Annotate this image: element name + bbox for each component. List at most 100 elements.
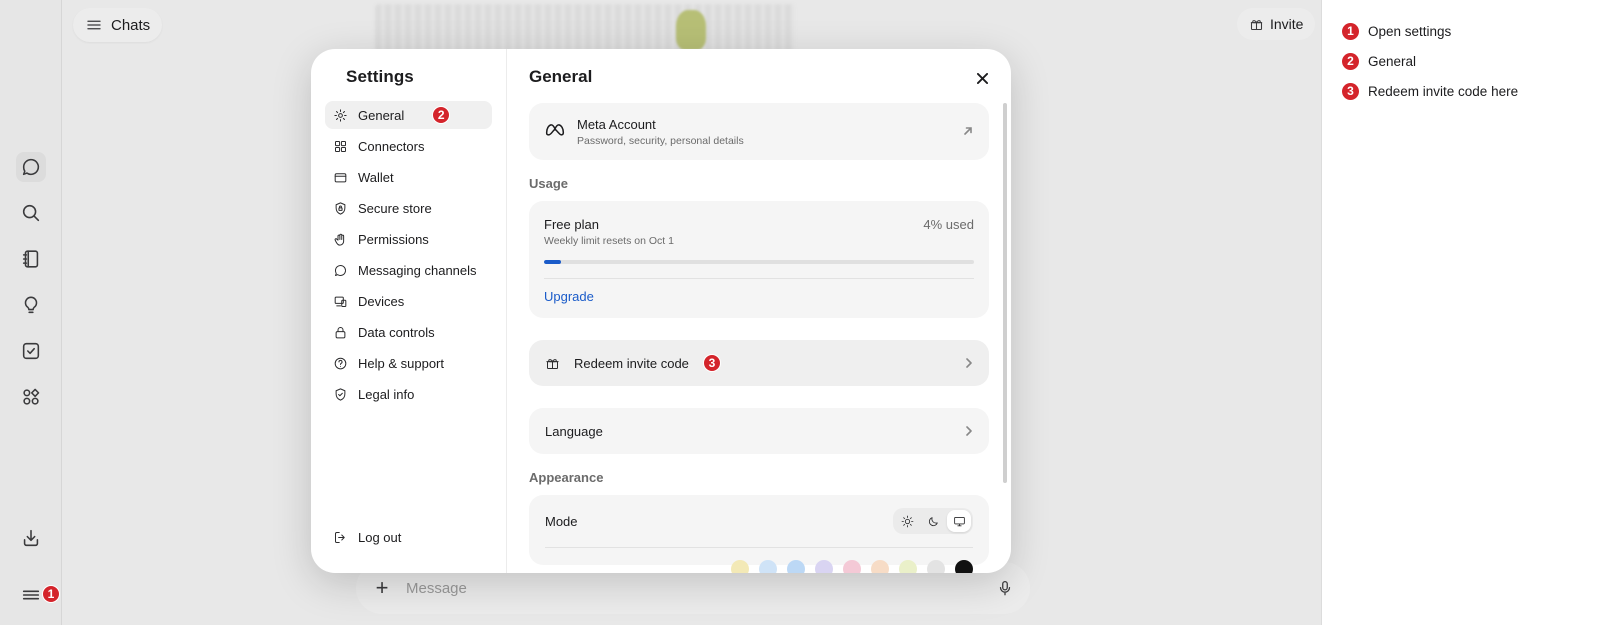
logout-label: Log out: [358, 529, 402, 545]
mode-toggle: [893, 508, 973, 534]
color-swatch[interactable]: [787, 560, 805, 573]
nav-item-label: General: [358, 107, 405, 123]
annotation-number: 2: [1342, 52, 1359, 70]
meta-logo-icon: [545, 122, 565, 141]
nav-item-messaging-channels[interactable]: Messaging channels: [325, 256, 492, 284]
usage-progress-fill: [544, 260, 562, 264]
scrollbar[interactable]: [1003, 103, 1007, 483]
nav-item-devices[interactable]: Devices: [325, 287, 492, 315]
nav-item-data-controls[interactable]: Data controls: [325, 318, 492, 346]
nav-item-help-support[interactable]: Help & support: [325, 349, 492, 377]
annotation-item: 3 Redeem invite code here: [1342, 76, 1592, 106]
color-swatch[interactable]: [731, 560, 749, 573]
light-mode-button[interactable]: [895, 510, 919, 532]
annotation-label: Redeem invite code here: [1368, 83, 1519, 99]
blurred-avatar: [676, 10, 706, 50]
hand-icon: [334, 233, 345, 246]
hamburger-icon: [87, 20, 101, 30]
color-swatch[interactable]: [843, 560, 861, 573]
download-icon[interactable]: [16, 523, 46, 553]
color-swatch[interactable]: [927, 560, 945, 573]
add-attachment-button[interactable]: +: [372, 575, 392, 601]
nav-item-permissions[interactable]: Permissions: [325, 225, 492, 253]
language-row[interactable]: Language: [529, 408, 989, 454]
account-title: Meta Account: [577, 116, 656, 132]
close-button[interactable]: [969, 65, 995, 91]
microphone-icon[interactable]: [996, 579, 1014, 597]
nav-item-label: Legal info: [358, 386, 415, 402]
color-swatch[interactable]: [871, 560, 889, 573]
divider: [544, 278, 974, 279]
nav-item-label: Wallet: [358, 169, 394, 185]
system-mode-button[interactable]: [947, 510, 971, 532]
new-chat-icon[interactable]: [16, 152, 46, 182]
panel-title: General: [529, 67, 593, 86]
gear-icon: [334, 108, 347, 122]
accent-color-swatches: [545, 547, 973, 573]
chevron-right-icon: [966, 358, 972, 368]
moon-icon: [928, 516, 938, 526]
nav-item-label: Data controls: [358, 324, 435, 340]
nav-item-label: Secure store: [358, 200, 432, 216]
annotation-label: Open settings: [1368, 23, 1452, 39]
nav-item-legal-info[interactable]: Legal info: [325, 380, 492, 408]
appearance-card: Mode: [529, 495, 989, 573]
nav-item-label: Help & support: [358, 355, 444, 371]
chevron-right-icon: [966, 426, 972, 436]
color-swatch[interactable]: [759, 560, 777, 573]
annotation-number: 3: [1342, 82, 1359, 100]
nav-item-wallet[interactable]: Wallet: [325, 163, 492, 191]
message-input[interactable]: Message: [406, 580, 982, 597]
usage-card: Free plan Weekly limit resets on Oct 1 4…: [529, 201, 989, 318]
lightbulb-icon[interactable]: [16, 290, 46, 320]
grid-icon: [335, 140, 346, 152]
gift-icon: [546, 358, 559, 369]
external-link-icon: [963, 123, 973, 141]
devices-icon: [334, 296, 347, 307]
app-window: 1 Chats Invite + Message Settings Genera…: [0, 0, 1322, 625]
logout-button[interactable]: Log out: [325, 523, 493, 551]
appearance-section-label: Appearance: [529, 470, 604, 485]
dark-mode-button[interactable]: [921, 510, 945, 532]
chats-button[interactable]: Chats: [73, 8, 163, 42]
task-check-icon[interactable]: [16, 336, 46, 366]
annotation-badge-1: 1: [42, 585, 60, 603]
meta-account-card[interactable]: Meta Account Password, security, persona…: [529, 103, 989, 160]
color-swatch[interactable]: [899, 560, 917, 573]
question-icon: [334, 357, 347, 369]
apps-icon[interactable]: [16, 382, 46, 412]
chats-label: Chats: [111, 16, 151, 34]
nav-item-label: Devices: [358, 293, 405, 309]
nav-item-general[interactable]: General 2: [325, 101, 492, 129]
nav-item-label: Permissions: [358, 231, 429, 247]
annotation-item: 2 General: [1342, 46, 1592, 76]
annotation-legend: 1 Open settings 2 General 3 Redeem invit…: [1342, 16, 1592, 106]
monitor-icon: [953, 516, 965, 526]
redeem-invite-code-row[interactable]: Redeem invite code 3: [529, 340, 989, 386]
mode-label: Mode: [545, 513, 578, 529]
color-swatch[interactable]: [815, 560, 833, 573]
annotation-label: General: [1368, 53, 1417, 69]
invite-button[interactable]: Invite: [1237, 8, 1316, 40]
shield-lock-icon: [335, 201, 346, 215]
annotation-number: 1: [1342, 22, 1359, 40]
nav-item-connectors[interactable]: Connectors: [325, 132, 492, 160]
settings-dialog: Settings General 2 Connectors Wallet Sec…: [311, 49, 1011, 573]
gift-icon: [1250, 19, 1263, 30]
limit-reset-text: Weekly limit resets on Oct 1: [544, 235, 674, 247]
logout-icon: [335, 531, 345, 543]
upgrade-link[interactable]: Upgrade: [544, 289, 974, 304]
chat-bubble-icon: [335, 264, 346, 276]
close-icon: [976, 72, 988, 84]
notebook-icon[interactable]: [16, 244, 46, 274]
search-icon[interactable]: [16, 198, 46, 228]
nav-item-secure-store[interactable]: Secure store: [325, 194, 492, 222]
left-rail: 1: [0, 0, 62, 625]
sun-icon: [901, 515, 913, 527]
annotation-badge-3: 3: [702, 354, 721, 372]
usage-percent: 4% used: [923, 217, 974, 232]
annotation-badge-2: 2: [432, 106, 451, 124]
nav-item-label: Connectors: [358, 138, 425, 154]
account-subtitle: Password, security, personal details: [577, 134, 744, 147]
color-swatch[interactable]: [955, 560, 973, 573]
